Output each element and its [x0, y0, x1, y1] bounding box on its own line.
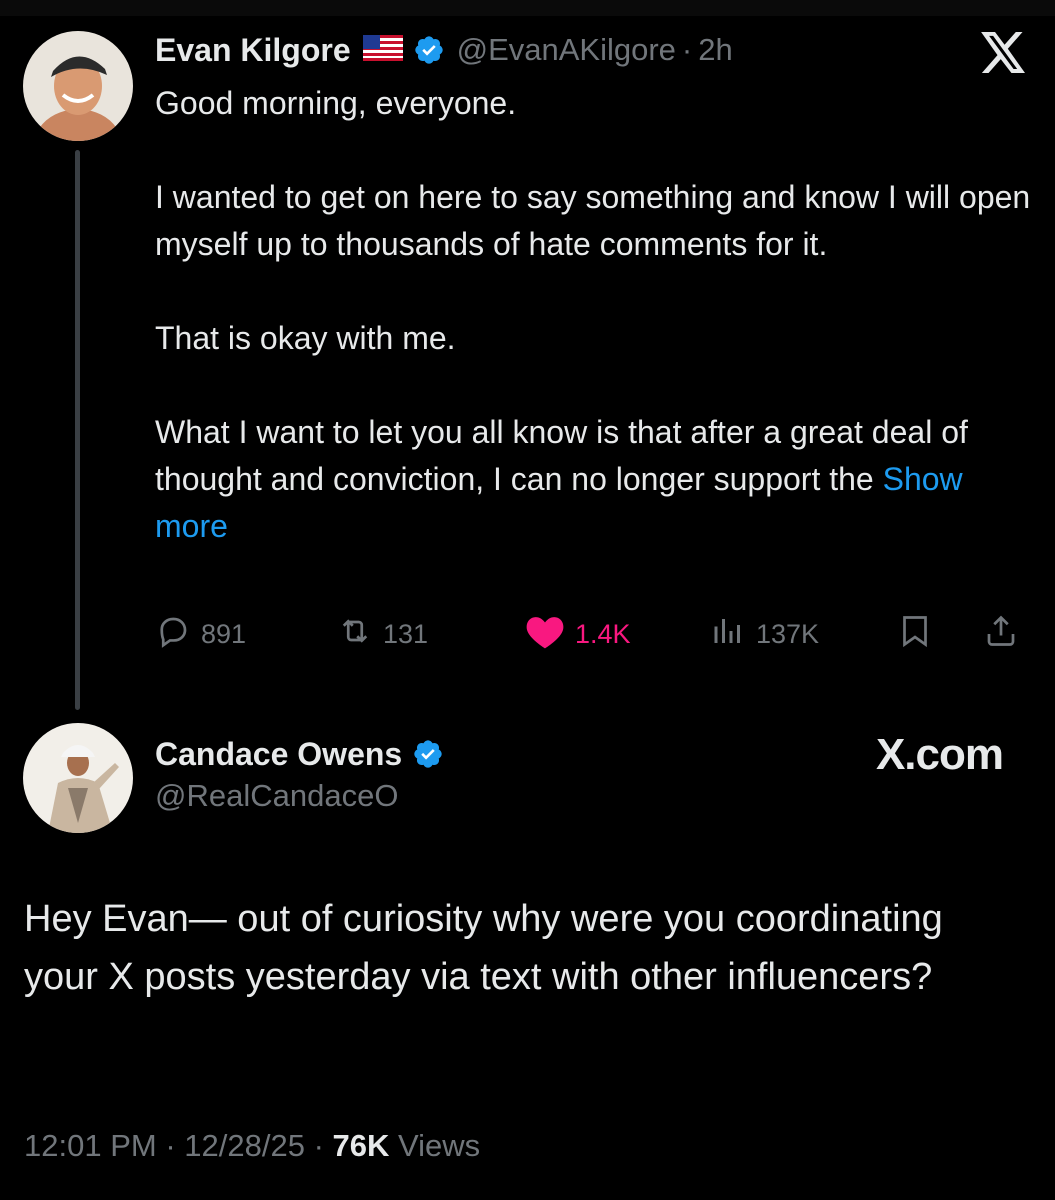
separator: ·	[313, 1128, 324, 1163]
repost-button[interactable]: 131	[337, 612, 428, 656]
reply-header: Candace Owens	[155, 732, 444, 776]
tweet-header: Evan Kilgore @EvanAKilgore · 2h	[155, 28, 733, 72]
thread-line	[75, 150, 80, 710]
bookmark-button[interactable]	[897, 612, 943, 656]
like-count: 1.4K	[575, 618, 631, 649]
share-icon	[983, 613, 1029, 656]
action-bar: 891 131 1.4K 137K	[155, 612, 1030, 656]
post-date[interactable]: 12/28/25	[184, 1128, 305, 1163]
tweet-text: Good morning, everyone. I wanted to get …	[155, 80, 1035, 550]
reply-button[interactable]: 891	[155, 612, 246, 656]
heart-icon	[525, 613, 575, 656]
verified-badge-icon	[412, 738, 444, 770]
separator: ·	[681, 32, 693, 67]
like-button[interactable]: 1.4K	[525, 612, 631, 656]
timestamp[interactable]: 2h	[698, 32, 732, 68]
x-logo-icon[interactable]	[981, 32, 1027, 79]
tweet-paragraph: I wanted to get on here to say something…	[155, 179, 1031, 262]
views-count: 76K	[332, 1128, 390, 1163]
views-chart-icon	[710, 613, 756, 656]
xcom-watermark: X.com	[875, 730, 1004, 779]
display-name[interactable]: Candace Owens	[155, 736, 402, 773]
tweet-meta: 12:01 PM · 12/28/25 · 76K Views	[24, 1128, 480, 1164]
views-count: 137K	[756, 618, 820, 649]
repost-count: 131	[383, 618, 429, 649]
verified-badge-icon	[413, 34, 445, 66]
tweet-paragraph: Good morning, everyone.	[155, 85, 517, 121]
avatar-candace-owens[interactable]	[23, 723, 133, 833]
top-bar	[0, 0, 1055, 16]
reply-icon	[155, 613, 201, 656]
tweet-paragraph-last: What I want to let you all know is that …	[155, 409, 1035, 550]
bookmark-icon	[897, 612, 943, 657]
views-label: Views	[398, 1128, 481, 1163]
tweet-paragraph: That is okay with me.	[155, 320, 456, 356]
tweet-paragraph-text: What I want to let you all know is that …	[155, 414, 968, 497]
repost-icon	[337, 613, 383, 656]
views-button[interactable]: 137K	[710, 612, 819, 656]
reply-text: Hey Evan— out of curiosity why were you …	[24, 898, 943, 998]
share-button[interactable]	[983, 612, 1029, 656]
display-name[interactable]: Evan Kilgore	[155, 32, 351, 69]
reply-count: 891	[201, 618, 247, 649]
handle[interactable]: @RealCandaceO	[155, 778, 398, 814]
avatar-evan-kilgore[interactable]	[23, 31, 133, 141]
handle[interactable]: @EvanAKilgore	[457, 32, 676, 68]
separator: ·	[165, 1128, 176, 1163]
post-time[interactable]: 12:01 PM	[24, 1128, 157, 1163]
us-flag-icon	[362, 34, 403, 66]
